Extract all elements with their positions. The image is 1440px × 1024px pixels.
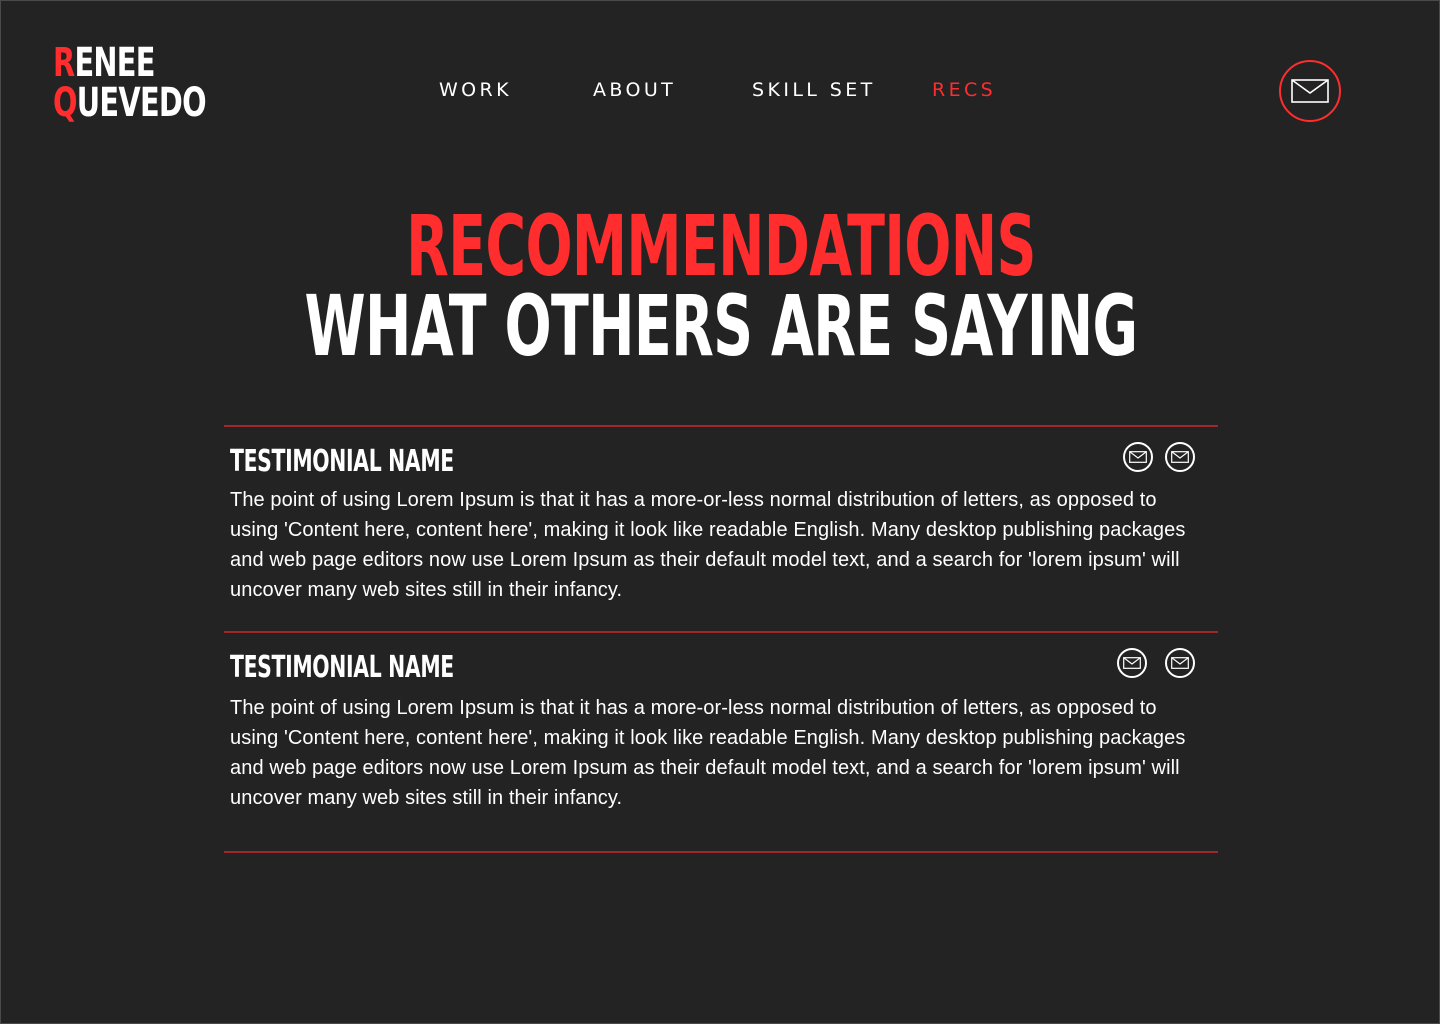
page-subtitle: WHAT OTHERS ARE SAYING	[304, 277, 1139, 375]
envelope-icon[interactable]	[1123, 442, 1153, 472]
envelope-icon[interactable]	[1165, 648, 1195, 678]
logo-last-rest: UEVEDO	[76, 80, 207, 126]
logo-last-name: QUEVEDO	[53, 80, 207, 126]
logo-first-name: RENEE	[53, 43, 206, 83]
testimonial-body: The point of using Lorem Ipsum is that i…	[230, 697, 1186, 809]
envelope-icon[interactable]	[1165, 442, 1195, 472]
testimonial-body: The point of using Lorem Ipsum is that i…	[230, 489, 1186, 601]
divider	[224, 425, 1218, 427]
testimonial-name: TESTIMONIAL NAME	[230, 650, 454, 685]
testimonial-name: TESTIMONIAL NAME	[230, 444, 454, 479]
contact-mail-button[interactable]	[1279, 60, 1341, 122]
envelope-icon[interactable]	[1117, 648, 1147, 678]
nav-item-skill-set[interactable]: SKILL SET	[752, 79, 876, 101]
envelope-icon	[1291, 79, 1329, 103]
logo[interactable]: RENEE QUEVEDO	[53, 43, 207, 126]
page: RENEE QUEVEDO WORK ABOUT SKILL SET RECS …	[0, 0, 1440, 1024]
nav-item-recs[interactable]: RECS	[932, 79, 996, 101]
nav-item-about[interactable]: ABOUT	[593, 79, 676, 101]
divider	[224, 851, 1218, 853]
logo-last-initial: Q	[53, 80, 77, 126]
nav-item-work[interactable]: WORK	[439, 79, 512, 101]
divider	[224, 631, 1218, 633]
